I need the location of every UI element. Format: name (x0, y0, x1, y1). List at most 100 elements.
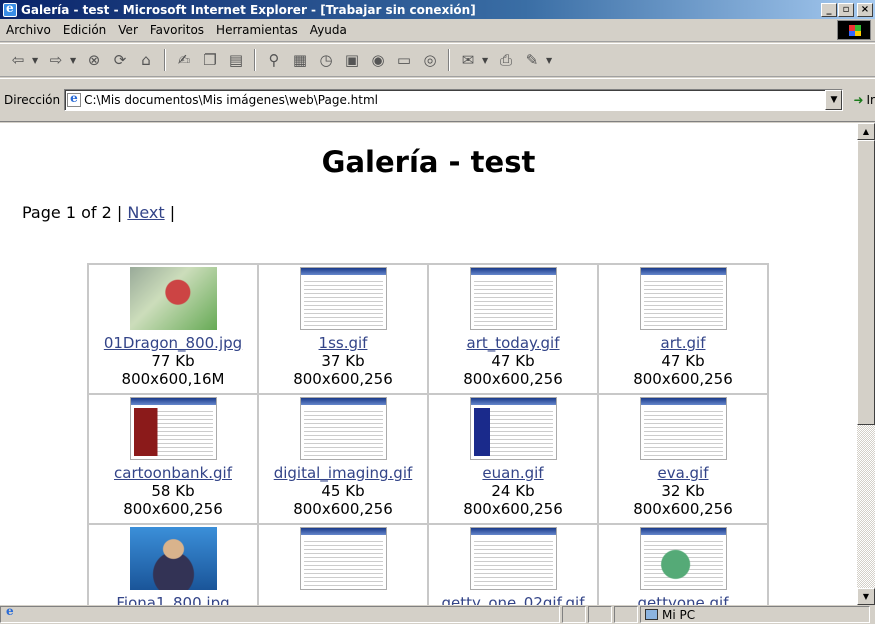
forward-icon[interactable]: ⇨ (44, 48, 68, 72)
file-size: 47 Kb (491, 352, 535, 370)
title-bar[interactable]: Galería - test - Microsoft Internet Expl… (0, 0, 875, 19)
file-name-link[interactable]: euan.gif (429, 464, 597, 482)
thumbnail-image[interactable] (469, 267, 557, 330)
thumbnail-content (473, 278, 553, 326)
edit-icon[interactable]: ✎ (520, 48, 544, 72)
windows-logo-icon (837, 20, 871, 40)
fullscreen-icon[interactable]: ◎ (418, 48, 442, 72)
menu-ayuda[interactable]: Ayuda (304, 23, 353, 37)
scroll-down-button[interactable]: ▼ (857, 588, 875, 605)
ie-status-icon (4, 604, 18, 621)
print-icon[interactable]: ⎙ (494, 48, 518, 72)
paste-icon[interactable]: ▤ (224, 48, 248, 72)
stop-icon[interactable]: ⊗ (82, 48, 106, 72)
history-icon[interactable]: ◷ (314, 48, 338, 72)
search-icon[interactable]: ⚲ (262, 48, 286, 72)
thumbnail-content (303, 408, 383, 456)
thumbnail-image[interactable] (129, 267, 217, 330)
file-name-link[interactable]: 1ss.gif (259, 334, 427, 352)
image-dimensions: 800x600,256 (293, 370, 393, 388)
file-name-link[interactable]: 01Dragon_800.jpg (89, 334, 257, 352)
file-name-link[interactable]: art.gif (599, 334, 767, 352)
vertical-scrollbar[interactable]: ▲ ▼ (857, 123, 875, 605)
status-pane (588, 606, 612, 623)
home-icon[interactable]: ⌂ (134, 48, 158, 72)
image-dimensions: 800x600,256 (633, 370, 733, 388)
thumbnail-image[interactable] (469, 527, 557, 590)
folders-icon[interactable]: ▭ (392, 48, 416, 72)
channels-icon[interactable]: ◉ (366, 48, 390, 72)
thumbnail-image[interactable] (129, 527, 217, 590)
image-dimensions: 800x600,256 (293, 500, 393, 518)
gallery-cell: cartoonbank.gif 58 Kb 800x600,256 (88, 394, 258, 524)
scroll-up-button[interactable]: ▲ (857, 123, 875, 140)
thumbnail-image[interactable] (299, 527, 387, 590)
gallery-row: Fiona1_800.jpg getty_one_02gif.gif gettyon… (88, 524, 768, 605)
thumbnail-image[interactable] (639, 527, 727, 590)
back-dropdown-icon[interactable]: ▼ (32, 56, 42, 65)
mail-icon[interactable]: ✉ (456, 48, 480, 72)
thumbnail-content (303, 538, 383, 586)
menu-archivo[interactable]: Archivo (0, 23, 57, 37)
image-dimensions: 800x600,256 (123, 500, 223, 518)
favorites-icon[interactable]: ▦ (288, 48, 312, 72)
toolbar-separator (448, 49, 450, 71)
address-input[interactable]: C:\Mis documentos\Mis imágenes\web\Page.… (64, 89, 844, 111)
menu-herramientas[interactable]: Herramientas (210, 23, 304, 37)
file-name-link[interactable]: art_today.gif (429, 334, 597, 352)
file-name-link[interactable]: getty_one_02gif.gif (429, 594, 597, 605)
ie-app-icon[interactable] (3, 1, 17, 17)
gallery-cell (258, 524, 428, 605)
thumbnail-content (643, 408, 723, 456)
refresh-icon[interactable]: ⟳ (108, 48, 132, 72)
minimize-button[interactable]: _ (821, 2, 837, 17)
file-name-link[interactable]: Fiona1_800.jpg (89, 594, 257, 605)
gallery-cell: digital_imaging.gif 45 Kb 800x600,256 (258, 394, 428, 524)
file-name-link[interactable]: eva.gif (599, 464, 767, 482)
file-name-link[interactable]: gettyone.gif (599, 594, 767, 605)
thumbnail-content (303, 278, 383, 326)
thumbnail-image[interactable] (469, 397, 557, 460)
image-dimensions: 800x600,256 (463, 370, 563, 388)
address-dropdown-icon[interactable]: ▼ (825, 90, 843, 110)
page-title: Galería - test (321, 145, 536, 179)
next-link[interactable]: Next (127, 203, 164, 222)
thumbnail-image[interactable] (299, 397, 387, 460)
image-dimensions: 800x600,16M (121, 370, 225, 388)
menu-edicion[interactable]: Edición (57, 23, 112, 37)
go-button[interactable]: ➜ Ir (853, 93, 875, 107)
address-value[interactable]: C:\Mis documentos\Mis imágenes\web\Page.… (84, 93, 378, 107)
image-dimensions: 800x600,256 (633, 500, 733, 518)
thumbnail-image[interactable] (129, 397, 217, 460)
thumbnail-image[interactable] (639, 267, 727, 330)
file-name-link[interactable]: digital_imaging.gif (259, 464, 427, 482)
pager-text: Page 1 of 2 | (22, 203, 123, 222)
scroll-thumb[interactable] (857, 140, 875, 425)
media-icon[interactable]: ▣ (340, 48, 364, 72)
menu-favoritos[interactable]: Favoritos (144, 23, 210, 37)
status-pane (562, 606, 586, 623)
edit-dropdown-icon[interactable]: ▼ (546, 56, 556, 65)
file-name-link[interactable]: cartoonbank.gif (89, 464, 257, 482)
forward-dropdown-icon[interactable]: ▼ (70, 56, 80, 65)
gallery-cell: euan.gif 24 Kb 800x600,256 (428, 394, 598, 524)
maximize-button[interactable]: ▫ (838, 2, 854, 17)
gallery-cell: gettyone.gif (598, 524, 768, 605)
close-button[interactable]: × (857, 2, 873, 17)
page-content[interactable]: Galería - test Page 1 of 2 | Next | 01Dr… (0, 123, 857, 605)
font-icon[interactable]: ✍ (172, 48, 196, 72)
menu-bar: Archivo Edición Ver Favoritos Herramient… (0, 19, 875, 42)
mail-dropdown-icon[interactable]: ▼ (482, 56, 492, 65)
thumbnail-image[interactable] (639, 397, 727, 460)
menu-ver[interactable]: Ver (112, 23, 144, 37)
file-size: 47 Kb (661, 352, 705, 370)
file-size: 58 Kb (151, 482, 195, 500)
image-dimensions: 800x600,256 (463, 500, 563, 518)
gallery-cell: 01Dragon_800.jpg 77 Kb 800x600,16M (88, 264, 258, 394)
back-icon[interactable]: ⇦ (6, 48, 30, 72)
gallery-cell: Fiona1_800.jpg (88, 524, 258, 605)
copy-icon[interactable]: ❐ (198, 48, 222, 72)
status-zone: Mi PC (640, 606, 870, 623)
thumbnail-image[interactable] (299, 267, 387, 330)
go-label: Ir (866, 93, 875, 107)
